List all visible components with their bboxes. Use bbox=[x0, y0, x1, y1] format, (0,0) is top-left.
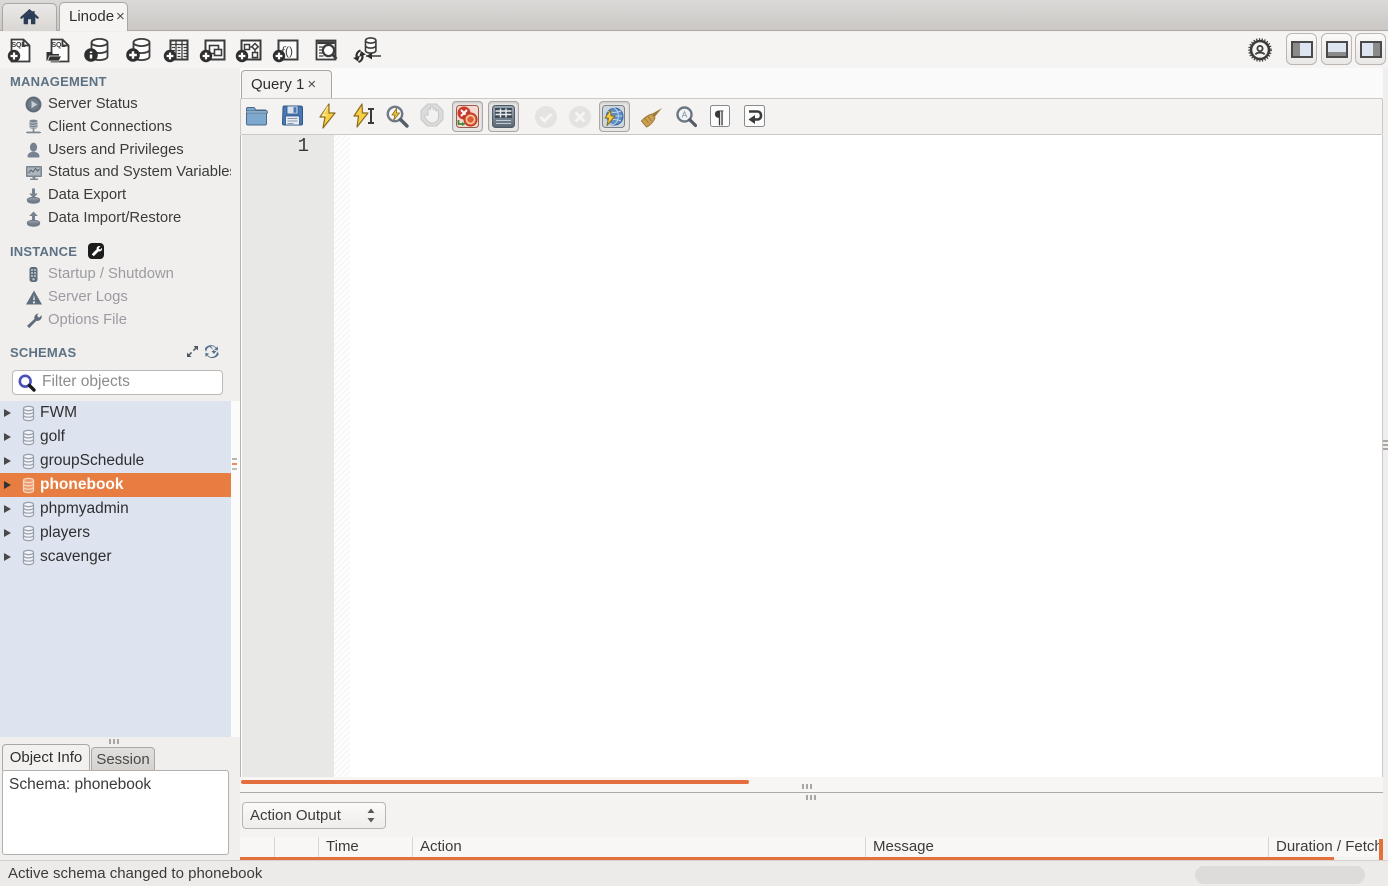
svg-text:SQL: SQL bbox=[52, 42, 67, 49]
svg-text:SQL: SQL bbox=[12, 42, 27, 49]
svg-text:¶: ¶ bbox=[714, 107, 724, 128]
svg-text:(): () bbox=[285, 44, 293, 58]
